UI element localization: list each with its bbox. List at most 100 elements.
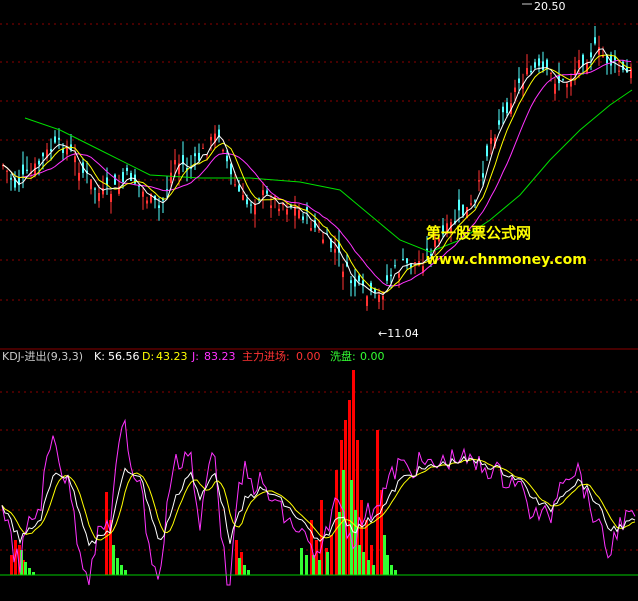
candle-body xyxy=(238,185,240,192)
candle-body xyxy=(394,265,396,267)
candle-body xyxy=(382,295,384,300)
candle-body xyxy=(298,210,300,219)
candle-body xyxy=(470,203,472,205)
main-entry-bar xyxy=(330,535,333,575)
candle-body xyxy=(174,159,176,165)
candle-body xyxy=(130,172,132,181)
d-label: D: xyxy=(142,350,155,363)
candle-body xyxy=(590,52,592,58)
candle-body xyxy=(546,59,548,68)
wash-bar xyxy=(28,568,31,575)
candle-body xyxy=(142,191,144,197)
candle-body xyxy=(266,190,268,194)
candle-body xyxy=(254,204,256,215)
d-value: 43.23 xyxy=(156,350,188,363)
candle-body xyxy=(498,120,500,125)
wash-bar xyxy=(383,535,386,575)
wash-bar xyxy=(247,570,250,575)
watermark-url: www.chnmoney.com xyxy=(426,252,587,268)
candle-body xyxy=(550,72,552,74)
candle-body xyxy=(78,172,80,181)
d-line xyxy=(1,458,636,541)
candle-body xyxy=(102,188,104,195)
candle-body xyxy=(630,68,632,79)
candle-body xyxy=(506,102,508,114)
candle-body xyxy=(222,149,224,152)
candle-body xyxy=(278,208,280,212)
candle-body xyxy=(554,83,556,94)
wash-bar xyxy=(326,552,329,575)
indicator-bars xyxy=(10,370,397,575)
candle-body xyxy=(310,228,312,231)
candle-body xyxy=(146,200,148,204)
wash-bar xyxy=(24,562,27,575)
candle-body xyxy=(94,188,96,190)
main-entry-value: 0.00 xyxy=(296,350,321,363)
candle-body xyxy=(62,149,64,153)
candle-body xyxy=(170,172,172,183)
candle-body xyxy=(534,62,536,68)
stock-chart[interactable] xyxy=(0,0,638,601)
indicator-name[interactable]: KDJ-进出(9,3,3) xyxy=(2,350,83,363)
candle-body xyxy=(74,156,76,163)
candle-body xyxy=(390,274,392,277)
wash-bar xyxy=(318,560,321,575)
wash-bar xyxy=(243,565,246,575)
candle-body xyxy=(526,68,528,75)
candle-body xyxy=(202,147,204,149)
candle-body xyxy=(322,239,324,243)
candle-body xyxy=(366,296,368,306)
candle-body xyxy=(302,216,304,220)
main-entry-bar xyxy=(376,430,379,575)
candle-body xyxy=(502,106,504,113)
wash-bar xyxy=(358,545,361,575)
low-price-label: ←11.04 xyxy=(378,327,419,340)
candle-body xyxy=(378,294,380,302)
ma-green-line xyxy=(24,89,633,253)
candle-body xyxy=(114,174,116,185)
wash-bar xyxy=(367,560,370,575)
wash-bar xyxy=(312,555,315,575)
candle-body xyxy=(10,177,12,180)
candle-body xyxy=(262,190,264,196)
candle-body xyxy=(198,152,200,161)
candle-body xyxy=(518,78,520,83)
candle-body xyxy=(486,145,488,157)
candle-body xyxy=(386,275,388,281)
candle-body xyxy=(270,205,272,209)
candle-body xyxy=(158,205,160,209)
candle-body xyxy=(66,147,68,155)
k-label: K: xyxy=(94,350,105,363)
candle-body xyxy=(358,275,360,282)
candle-body xyxy=(6,170,8,172)
candle-body xyxy=(402,258,404,260)
candle-body xyxy=(398,273,400,278)
candle-body xyxy=(406,258,408,263)
wash-bar xyxy=(342,470,345,575)
candle-body xyxy=(242,195,244,201)
main-entry-bar xyxy=(335,470,338,575)
candle-body xyxy=(458,199,460,211)
high-price-label: 20.50 xyxy=(534,0,566,13)
candle-body xyxy=(542,61,544,71)
wash-bar xyxy=(338,512,341,575)
candle-body xyxy=(566,83,568,88)
wash-bar xyxy=(362,552,365,575)
wash-bar xyxy=(238,558,241,575)
grid-lines xyxy=(0,23,638,551)
candle-body xyxy=(530,70,532,73)
candle-body xyxy=(482,173,484,178)
watermark-title: 第一股票公式网 xyxy=(426,224,532,242)
wash-bar xyxy=(120,565,123,575)
candle-body xyxy=(38,160,40,165)
candle-body xyxy=(90,179,92,190)
wash-bar xyxy=(390,565,393,575)
candle-body xyxy=(350,280,352,284)
candle-body xyxy=(234,184,236,186)
candle-body xyxy=(210,136,212,141)
wash-label: 洗盘: xyxy=(330,350,356,363)
candle-body xyxy=(250,204,252,206)
candle-body xyxy=(110,193,112,203)
candle-body xyxy=(42,153,44,157)
candle-body xyxy=(602,55,604,57)
